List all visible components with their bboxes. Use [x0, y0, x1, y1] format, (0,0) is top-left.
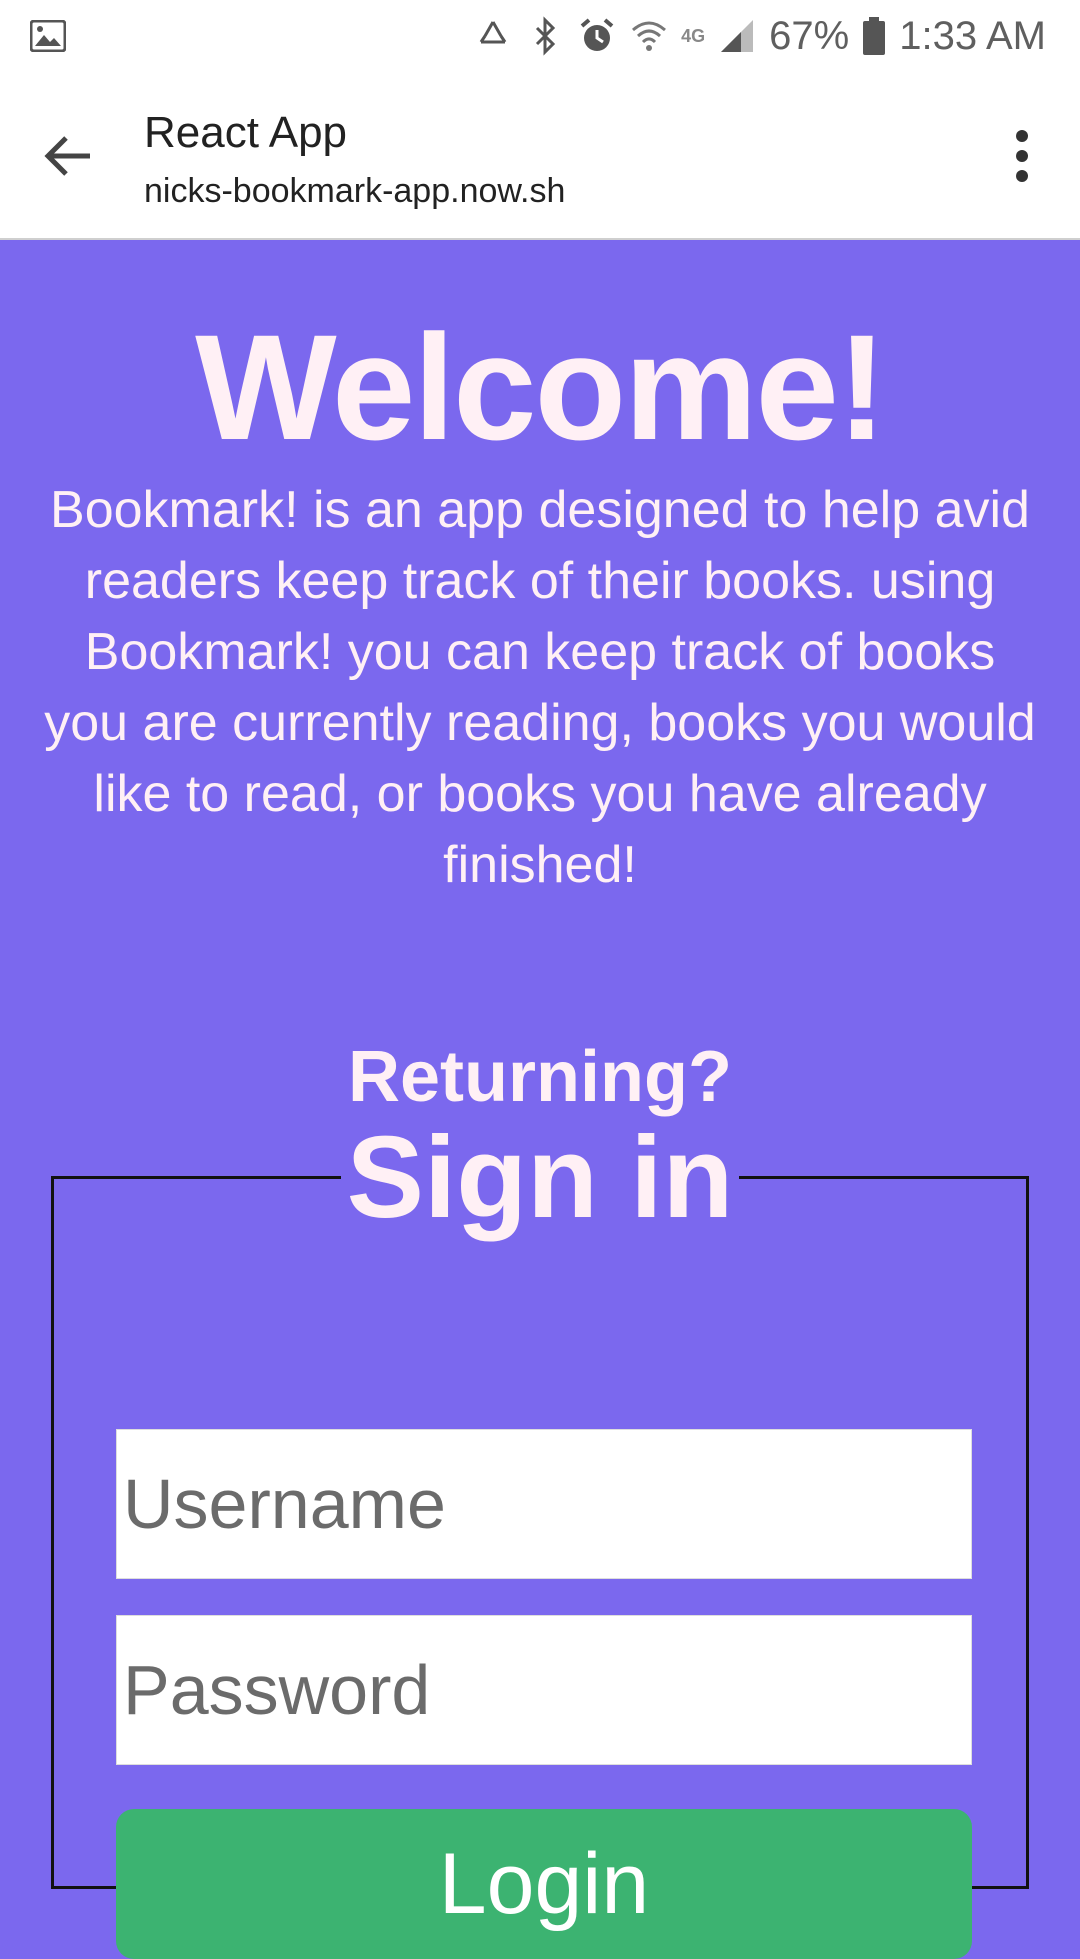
welcome-heading: Welcome! — [195, 303, 887, 471]
login-button[interactable]: Login — [116, 1809, 972, 1959]
recycle-icon — [479, 21, 507, 44]
page-url: nicks-bookmark-app.now.sh — [144, 172, 566, 210]
page-title: React App — [144, 108, 348, 157]
battery-percent: 67% — [769, 13, 850, 58]
browser-app-bar: React App nicks-bookmark-app.now.sh — [0, 72, 1080, 240]
signin-form: Sign in Login — [51, 1112, 1029, 1959]
signin-legend: Sign in — [346, 1112, 734, 1242]
signal-icon — [721, 20, 754, 52]
bluetooth-icon — [536, 16, 556, 56]
network-label: 4G — [681, 25, 706, 46]
wifi-icon — [632, 21, 667, 51]
clock: 1:33 AM — [899, 13, 1046, 58]
password-input[interactable] — [116, 1615, 972, 1765]
more-options-icon[interactable] — [992, 124, 1052, 188]
back-arrow-icon[interactable] — [38, 124, 102, 188]
image-icon — [30, 20, 66, 52]
app-description: Bookmark! is an app designed to help avi… — [44, 481, 1036, 894]
status-bar: 4G 67% 1:33 AM — [0, 0, 1080, 72]
status-icons: 4G 67% 1:33 AM — [473, 10, 1046, 62]
landing-content: Welcome! Bookmark! is an app designed to… — [0, 241, 1080, 1959]
returning-label: Returning? — [348, 1037, 732, 1117]
battery-icon — [863, 17, 886, 55]
alarm-icon — [580, 18, 614, 51]
username-input[interactable] — [116, 1429, 972, 1579]
